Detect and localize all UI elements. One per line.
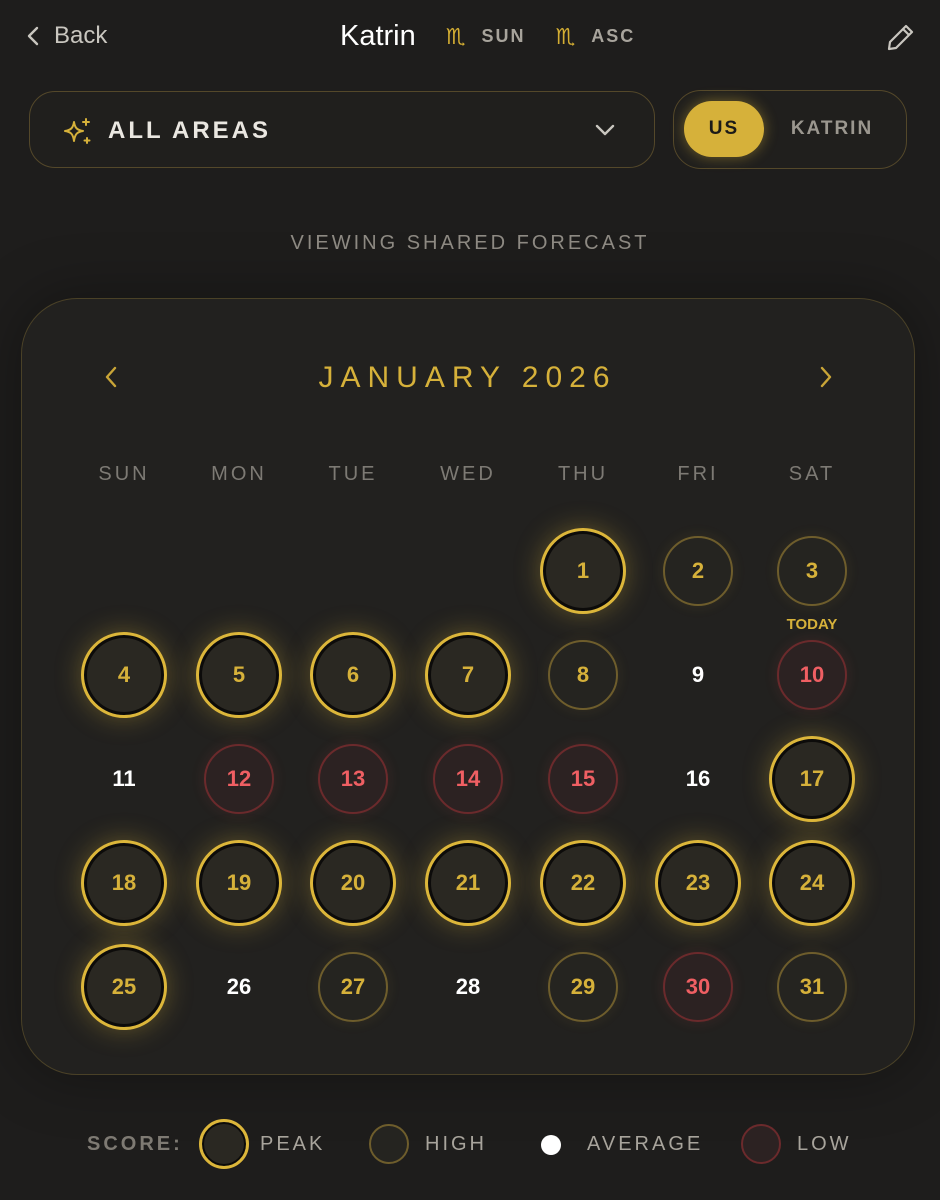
sun-sign-icon: ♏: [445, 23, 466, 49]
month-title: JANUARY 2026: [318, 361, 617, 394]
calendar-day-26[interactable]: 26: [204, 952, 274, 1022]
perspective-toggle: US KATRIN: [673, 90, 907, 169]
calendar-day-8[interactable]: 8: [548, 640, 618, 710]
calendar-card: JANUARY 2026 SUN MON TUE WED THU FRI SAT…: [21, 298, 915, 1075]
asc-sign-icon: ♏: [555, 23, 576, 49]
calendar-day-2[interactable]: 2: [663, 536, 733, 606]
chevron-down-icon: [595, 124, 615, 136]
calendar-day-1[interactable]: 1: [540, 528, 626, 614]
back-button[interactable]: Back: [26, 22, 107, 50]
calendar-day-10[interactable]: 10: [777, 640, 847, 710]
area-dropdown-label: ALL AREAS: [108, 117, 272, 144]
calendar-day-23[interactable]: 23: [655, 840, 741, 926]
calendar-day-4[interactable]: 4: [81, 632, 167, 718]
toggle-option-us[interactable]: US: [684, 101, 764, 157]
calendar-day-11[interactable]: 11: [89, 744, 159, 814]
legend-score-label: SCORE:: [87, 1133, 183, 1155]
edit-button[interactable]: [886, 22, 916, 57]
calendar-day-22[interactable]: 22: [540, 840, 626, 926]
calendar-day-25[interactable]: 25: [81, 944, 167, 1030]
score-legend: SCORE: PEAK HIGH AVERAGE LOW: [0, 1118, 940, 1170]
weekday-thu: THU: [557, 463, 609, 485]
chevron-right-icon: [820, 366, 832, 388]
weekday-mon: MON: [211, 463, 267, 485]
legend-high-swatch: [369, 1124, 409, 1164]
weekday-wed: WED: [440, 463, 496, 485]
area-dropdown[interactable]: ALL AREAS: [29, 91, 655, 168]
calendar-day-27[interactable]: 27: [318, 952, 388, 1022]
calendar-day-6[interactable]: 6: [310, 632, 396, 718]
calendar-day-24[interactable]: 24: [769, 840, 855, 926]
legend-peak-label: PEAK: [260, 1133, 326, 1155]
sun-label: SUN: [481, 26, 526, 46]
legend-average-label: AVERAGE: [587, 1133, 704, 1155]
calendar-day-18[interactable]: 18: [81, 840, 167, 926]
calendar-day-12[interactable]: 12: [204, 744, 274, 814]
legend-low-label: LOW: [797, 1133, 852, 1155]
weekday-sun: SUN: [98, 463, 150, 485]
calendar-day-13[interactable]: 13: [318, 744, 388, 814]
calendar-day-9[interactable]: 9: [663, 640, 733, 710]
calendar-day-28[interactable]: 28: [433, 952, 503, 1022]
calendar-day-21[interactable]: 21: [425, 840, 511, 926]
calendar-day-7[interactable]: 7: [425, 632, 511, 718]
legend-peak-swatch: [199, 1119, 249, 1169]
today-label: TODAY: [786, 616, 838, 633]
next-month-button[interactable]: [819, 365, 833, 394]
calendar-day-15[interactable]: 15: [548, 744, 618, 814]
chevron-left-icon: [27, 26, 39, 46]
asc-label: ASC: [591, 26, 636, 46]
calendar-day-3[interactable]: 3: [777, 536, 847, 606]
back-label: Back: [54, 22, 108, 49]
calendar-day-17[interactable]: 17: [769, 736, 855, 822]
profile-name: Katrin: [340, 20, 416, 52]
legend-low-swatch: [741, 1124, 781, 1164]
weekday-tue: TUE: [328, 463, 378, 485]
legend-high-label: HIGH: [425, 1133, 487, 1155]
weekday-sat: SAT: [788, 463, 836, 485]
weekday-fri: FRI: [677, 463, 719, 485]
calendar-day-5[interactable]: 5: [196, 632, 282, 718]
toggle-option-katrin[interactable]: KATRIN: [774, 101, 890, 157]
calendar-day-20[interactable]: 20: [310, 840, 396, 926]
top-bar: Back Katrin ♏ SUN ♏ ASC: [0, 0, 940, 76]
calendar-day-30[interactable]: 30: [663, 952, 733, 1022]
calendar-day-31[interactable]: 31: [777, 952, 847, 1022]
shared-forecast-label: VIEWING SHARED FORECAST: [290, 232, 650, 254]
calendar-day-19[interactable]: 19: [196, 840, 282, 926]
pencil-icon: [887, 24, 914, 51]
calendar-day-29[interactable]: 29: [548, 952, 618, 1022]
sparkles-icon: [64, 118, 91, 144]
calendar-day-14[interactable]: 14: [433, 744, 503, 814]
calendar-day-16[interactable]: 16: [663, 744, 733, 814]
legend-average-swatch: [541, 1135, 561, 1155]
profile-title: Katrin ♏ SUN ♏ ASC: [340, 20, 665, 53]
